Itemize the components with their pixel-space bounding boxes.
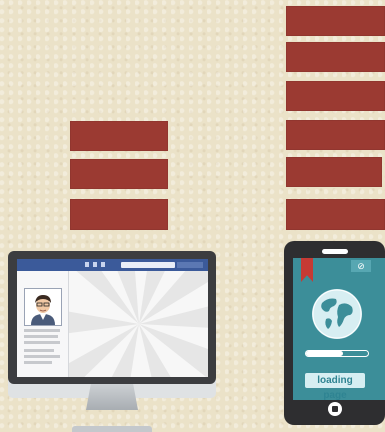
left-bar-2 xyxy=(70,159,168,189)
right-bar-1 xyxy=(286,6,385,36)
sidebar-text-line xyxy=(24,349,54,352)
loading-page-button[interactable]: loading page xyxy=(305,373,365,401)
sidebar-text-line xyxy=(24,355,60,358)
notifications-icon[interactable] xyxy=(101,262,105,267)
user-avatar-icon xyxy=(24,288,62,326)
sunburst-content-area xyxy=(69,271,208,377)
messages-icon[interactable] xyxy=(93,262,97,267)
sidebar-text-line xyxy=(24,341,60,344)
social-top-bar xyxy=(17,259,208,271)
phone-screen: ⊘ loading page xyxy=(293,258,385,401)
sidebar-text-line xyxy=(24,361,52,364)
right-bar-2 xyxy=(286,42,385,72)
left-bar-3 xyxy=(70,199,168,230)
monitor-screen xyxy=(17,259,208,377)
loading-progress-bar xyxy=(305,350,369,357)
home-button-inner xyxy=(332,406,338,412)
smartphone: ⊘ loading page xyxy=(284,241,385,425)
monitor-stand xyxy=(86,382,138,410)
search-button[interactable] xyxy=(177,262,203,268)
phone-speaker xyxy=(322,249,348,254)
right-bar-4 xyxy=(286,120,385,150)
sidebar-text-line xyxy=(24,329,60,332)
bookmark-icon[interactable] xyxy=(301,258,313,282)
left-bar-1 xyxy=(70,121,168,151)
monitor-base xyxy=(72,426,152,432)
globe-icon xyxy=(312,289,362,339)
profile-sidebar xyxy=(17,271,69,377)
right-bar-6 xyxy=(286,199,385,230)
right-bar-3 xyxy=(286,81,385,111)
compass-icon[interactable]: ⊘ xyxy=(351,260,371,272)
home-button-icon[interactable] xyxy=(328,402,342,416)
progress-fill xyxy=(306,351,344,356)
desktop-monitor xyxy=(8,251,216,384)
sidebar-text-line xyxy=(24,335,58,338)
search-input[interactable] xyxy=(121,262,175,268)
right-bar-5 xyxy=(286,157,382,187)
friends-icon[interactable] xyxy=(85,262,89,267)
